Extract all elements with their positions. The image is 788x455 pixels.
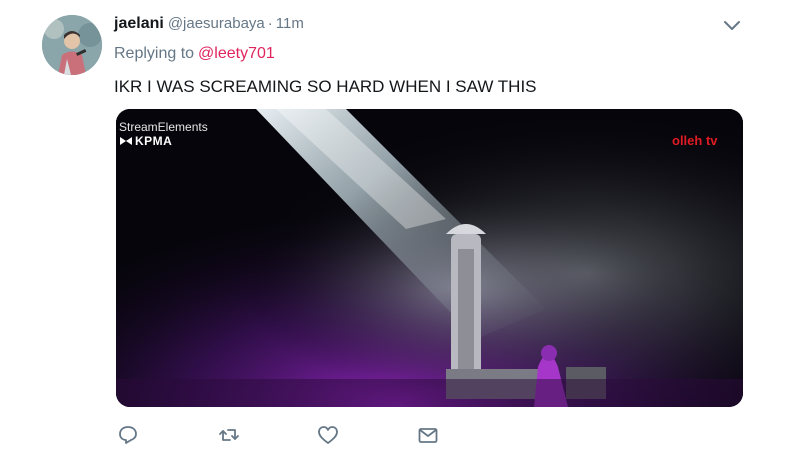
retweet-button[interactable] [218, 424, 240, 446]
media-image [116, 109, 743, 407]
reply-icon [119, 426, 137, 444]
message-button[interactable] [417, 424, 439, 446]
envelope-icon [418, 428, 438, 443]
watermark-kpma: KPMA [135, 134, 173, 148]
like-button[interactable] [317, 424, 339, 446]
avatar-image [42, 15, 102, 75]
replying-to: Replying to @leety701 [114, 44, 275, 64]
tweet-text: IKR I WAS SCREAMING SO HARD WHEN I SAW T… [114, 77, 537, 96]
tweet-media[interactable]: StreamElements KPMA olleh tv [116, 109, 743, 407]
retweet-icon [219, 429, 239, 441]
avatar[interactable] [42, 15, 102, 75]
timestamp[interactable]: 11m [276, 15, 304, 32]
replying-label: Replying to [114, 45, 195, 62]
tweet-actions [0, 424, 788, 450]
display-name[interactable]: jaelani [114, 15, 164, 32]
reply-button[interactable] [117, 424, 139, 446]
watermark-olleh-tv: olleh tv [672, 133, 718, 148]
heart-icon [318, 426, 338, 444]
separator-dot: · [267, 15, 273, 32]
watermark-streamelements: StreamElements [119, 120, 208, 134]
kpma-logo-icon [120, 137, 132, 145]
tweet: jaelani @jaesurabaya · 11m Replying to @leet… [0, 0, 788, 455]
tweet-header: jaelani @jaesurabaya · 11m [114, 14, 304, 34]
mention-link[interactable]: @leety701 [198, 45, 275, 62]
chevron-down-icon[interactable] [723, 18, 741, 32]
user-handle[interactable]: @jaesurabaya [168, 15, 265, 32]
